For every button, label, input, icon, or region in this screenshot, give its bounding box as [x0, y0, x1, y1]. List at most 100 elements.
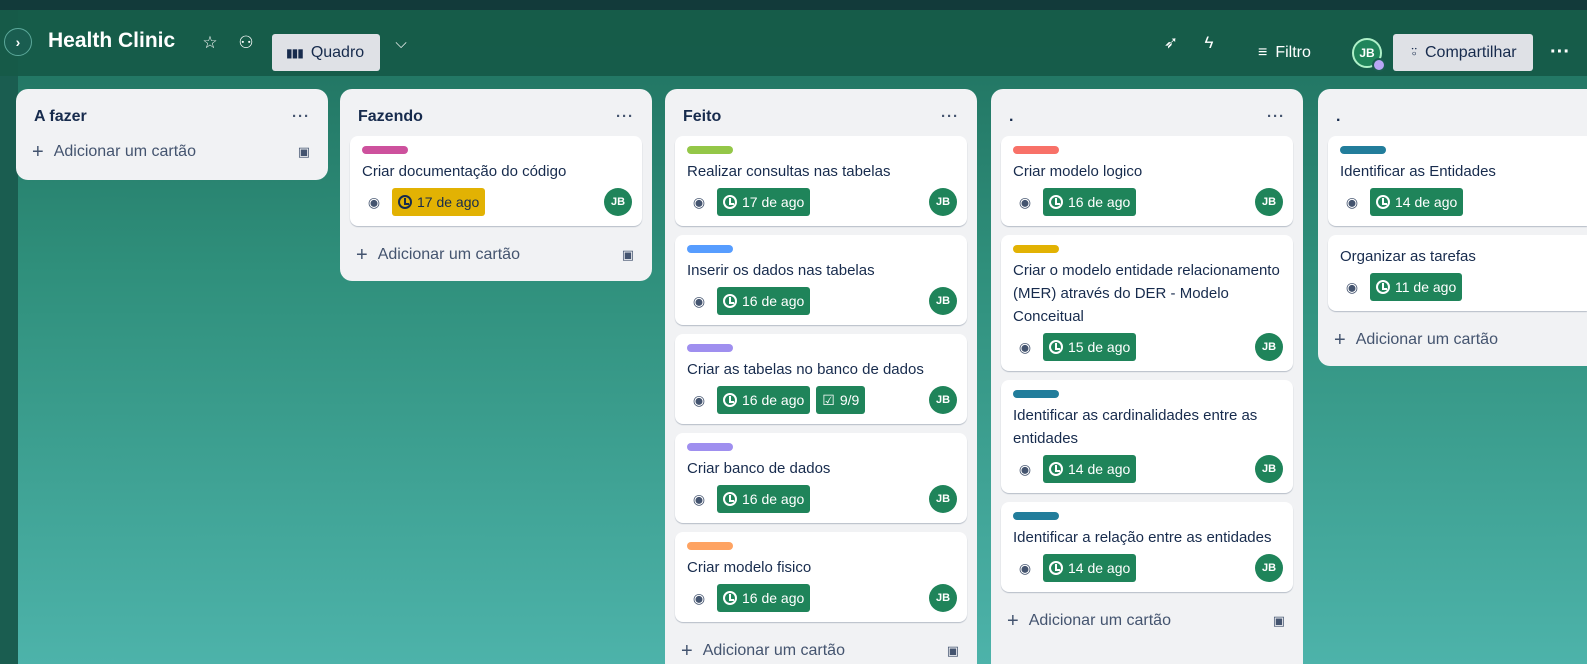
list-title[interactable]: .	[1336, 108, 1340, 126]
card-member-avatar[interactable]: JB	[1255, 188, 1283, 216]
list-title[interactable]: Fazendo	[358, 108, 423, 126]
due-date-badge[interactable]: 16 de ago	[717, 584, 811, 612]
due-date-badge[interactable]: 16 de ago	[717, 485, 811, 513]
add-card-button[interactable]: + Adicionar um cartão ▣	[340, 235, 652, 275]
card-label[interactable]	[362, 146, 408, 154]
card[interactable]: Organizar as tarefas ◉ 11 de ago	[1328, 235, 1587, 311]
list-title[interactable]: A fazer	[34, 108, 87, 126]
star-icon[interactable]: ☆	[197, 30, 223, 56]
card[interactable]: Identificar a relação entre as entidades…	[1001, 502, 1293, 592]
power-ups-icon[interactable]: ➶	[1158, 30, 1184, 56]
clock-icon	[723, 492, 737, 506]
list-title[interactable]: .	[1009, 108, 1013, 126]
list-menu-icon[interactable]: ···	[1267, 108, 1285, 125]
card[interactable]: Criar as tabelas no banco de dados ◉ 16 …	[675, 334, 967, 424]
card-member-avatar[interactable]: JB	[929, 386, 957, 414]
card-label[interactable]	[687, 245, 733, 253]
due-date: 14 de ago	[1068, 560, 1131, 576]
add-card-button[interactable]: + Adicionar um cartão ▣	[16, 132, 328, 172]
admin-badge-icon	[1372, 58, 1386, 72]
add-card-button[interactable]: + Adicionar um cartão	[1318, 320, 1587, 360]
add-card-button[interactable]: + Adicionar um cartão ▣	[991, 601, 1303, 641]
due-date-badge[interactable]: 16 de ago	[1043, 188, 1137, 216]
filter-button[interactable]: ≡ Filtro	[1258, 34, 1311, 71]
due-date-badge[interactable]: 17 de ago	[392, 188, 486, 216]
card-member-avatar[interactable]: JB	[929, 188, 957, 216]
watch-icon: ◉	[1345, 193, 1359, 210]
card-label[interactable]	[687, 542, 733, 550]
card[interactable]: Criar banco de dados ◉ 16 de ago JB	[675, 433, 967, 523]
add-card-label: Adicionar um cartão	[53, 143, 196, 160]
card-label[interactable]	[687, 344, 733, 352]
card-label[interactable]	[1013, 512, 1059, 520]
watch-icon: ◉	[1018, 338, 1032, 355]
card-member-avatar[interactable]: JB	[1255, 554, 1283, 582]
template-icon[interactable]: ▣	[947, 643, 959, 659]
card-member-avatar[interactable]: JB	[929, 287, 957, 315]
clock-icon	[1049, 561, 1063, 575]
plus-icon: +	[1334, 328, 1346, 351]
card-member-avatar[interactable]: JB	[1255, 455, 1283, 483]
due-date-badge[interactable]: 14 de ago	[1043, 455, 1137, 483]
card-label[interactable]	[1013, 146, 1059, 154]
template-icon[interactable]: ▣	[622, 247, 634, 263]
board-menu-icon[interactable]: ···	[1545, 34, 1575, 71]
watch-icon: ◉	[1018, 193, 1032, 210]
list-menu-icon[interactable]: ···	[941, 108, 959, 125]
due-date-badge[interactable]: 14 de ago	[1043, 554, 1137, 582]
list-a-fazer: A fazer ··· + Adicionar um cartão ▣	[16, 89, 328, 180]
due-date: 16 de ago	[742, 590, 805, 606]
card-member-avatar[interactable]: JB	[1255, 333, 1283, 361]
card-label[interactable]	[1340, 146, 1386, 154]
card[interactable]: Inserir os dados nas tabelas ◉ 16 de ago…	[675, 235, 967, 325]
visibility-icon[interactable]: ⚇	[233, 30, 259, 56]
expand-sidebar-button[interactable]: ›	[4, 28, 32, 56]
due-date-badge[interactable]: 15 de ago	[1043, 333, 1137, 361]
add-person-icon: ⍤	[1409, 43, 1419, 61]
template-icon[interactable]: ▣	[298, 144, 310, 160]
share-label: Compartilhar	[1425, 43, 1517, 61]
share-button[interactable]: ⍤ Compartilhar	[1393, 34, 1533, 71]
card-title: Organizar as tarefas	[1340, 248, 1476, 265]
card-title: Criar o modelo entidade relacionamento (…	[1013, 262, 1280, 325]
card[interactable]: Criar documentação do código ◉ 17 de ago…	[350, 136, 642, 226]
plus-icon: +	[356, 243, 368, 266]
add-card-button[interactable]: + Adicionar um cartão ▣	[665, 631, 977, 664]
due-date-badge[interactable]: 16 de ago	[717, 287, 811, 315]
due-date-badge[interactable]: 17 de ago	[717, 188, 811, 216]
checklist-count: 9/9	[839, 392, 860, 408]
chevron-down-icon[interactable]: ⌵	[388, 30, 414, 56]
automation-icon[interactable]: ϟ	[1196, 30, 1222, 56]
card-member-avatar[interactable]: JB	[604, 188, 632, 216]
card-label[interactable]	[687, 443, 733, 451]
watch-icon: ◉	[692, 391, 706, 408]
due-date-badge[interactable]: 16 de ago	[717, 386, 811, 414]
card-label[interactable]	[1013, 245, 1059, 253]
list-unnamed-2: . Identificar as Entidades ◉ 14 de ago O…	[1318, 89, 1587, 366]
due-date-badge[interactable]: 11 de ago	[1370, 273, 1463, 301]
card-member-avatar[interactable]: JB	[929, 485, 957, 513]
due-date-badge[interactable]: 14 de ago	[1370, 188, 1464, 216]
card-member-avatar[interactable]: JB	[929, 584, 957, 612]
card-label[interactable]	[1013, 390, 1059, 398]
watch-icon: ◉	[367, 193, 381, 210]
card-title: Criar as tabelas no banco de dados	[687, 361, 924, 378]
card[interactable]: Criar o modelo entidade relacionamento (…	[1001, 235, 1293, 371]
member-avatar[interactable]: JB	[1352, 38, 1386, 72]
card[interactable]: Identificar as cardinalidades entre as e…	[1001, 380, 1293, 493]
board-title[interactable]: Health Clinic	[48, 29, 175, 53]
watch-icon: ◉	[692, 193, 706, 210]
template-icon[interactable]: ▣	[1273, 613, 1285, 629]
add-card-label: Adicionar um cartão	[377, 246, 520, 263]
due-date: 11 de ago	[1395, 279, 1457, 295]
board-view-button[interactable]: ▮▮▮ Quadro	[272, 34, 380, 71]
card[interactable]: Identificar as Entidades ◉ 14 de ago	[1328, 136, 1587, 226]
list-menu-icon[interactable]: ···	[292, 108, 310, 125]
list-title[interactable]: Feito	[683, 108, 721, 126]
card[interactable]: Realizar consultas nas tabelas ◉ 17 de a…	[675, 136, 967, 226]
card[interactable]: Criar modelo logico ◉ 16 de ago JB	[1001, 136, 1293, 226]
watch-icon: ◉	[692, 490, 706, 507]
list-menu-icon[interactable]: ···	[616, 108, 634, 125]
card[interactable]: Criar modelo fisico ◉ 16 de ago JB	[675, 532, 967, 622]
card-label[interactable]	[687, 146, 733, 154]
